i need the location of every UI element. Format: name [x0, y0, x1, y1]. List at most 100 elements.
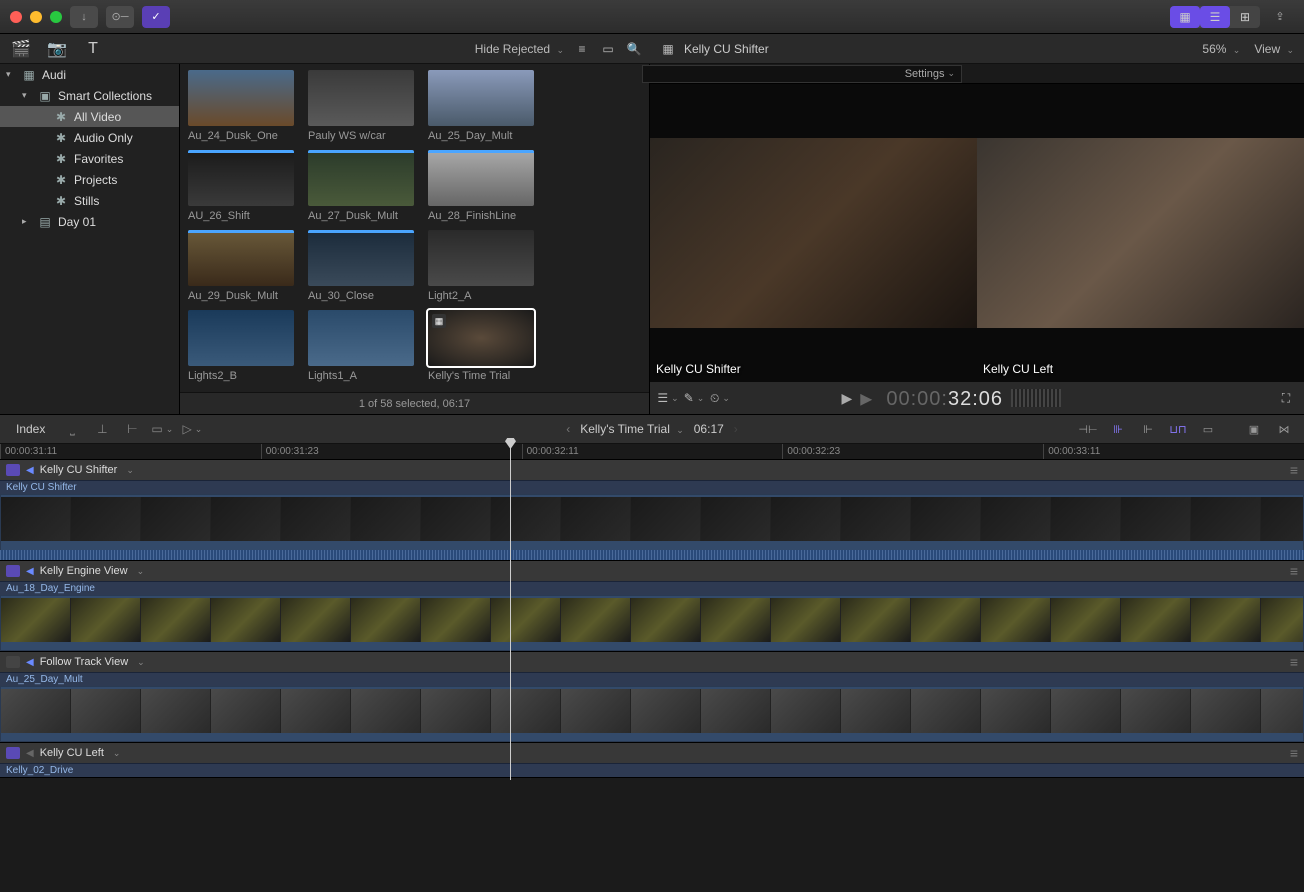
lane-header[interactable]: ◀ Kelly Engine View ⌄ ≡	[0, 561, 1304, 581]
sidebar-item[interactable]: ✱Stills	[0, 190, 179, 211]
connect-clip-icon[interactable]: ⎵	[61, 419, 83, 439]
sidebar-item[interactable]: ✱All Video	[0, 106, 179, 127]
skimming-icon[interactable]: ⊣⊢	[1076, 420, 1100, 438]
lane-menu-icon[interactable]: ≡	[1290, 654, 1298, 670]
audio-icon[interactable]: ◀	[26, 748, 34, 759]
sidebar-item[interactable]: ▸▤Day 01	[0, 211, 179, 232]
effects-menu-icon[interactable]: ✎⌄	[686, 390, 702, 406]
clip-appearance-icon[interactable]: ≡	[574, 41, 590, 57]
clip-thumbnail[interactable]: Lights2_B	[188, 310, 294, 382]
angle-viewer-icon[interactable]: ▦	[660, 41, 676, 57]
close-window-icon[interactable]	[10, 11, 22, 23]
library-icon[interactable]: 🎬	[10, 39, 32, 59]
clip-thumbnail[interactable]: Pauly WS w/car	[308, 70, 414, 142]
effects-browser-icon[interactable]: ▣	[1242, 420, 1266, 438]
timeline[interactable]: 00:00:31:1100:00:31:2300:00:32:1100:00:3…	[0, 444, 1304, 778]
clip-thumbnail[interactable]: Au_29_Dusk_Mult	[188, 230, 294, 302]
clip-thumbnail[interactable]: Light2_A	[428, 230, 534, 302]
sidebar-item[interactable]: ✱Favorites	[0, 148, 179, 169]
angle-1[interactable]: Kelly CU Shifter	[650, 84, 977, 382]
lane-header[interactable]: ◀ Kelly CU Left ⌄ ≡	[0, 743, 1304, 763]
filter-menu[interactable]: Hide Rejected ⌄	[475, 42, 564, 56]
overwrite-clip-icon[interactable]: ▭⌄	[151, 419, 173, 439]
lane-filmstrip[interactable]	[0, 494, 1304, 560]
browser-toggle[interactable]: ▦	[1170, 6, 1200, 28]
retime-menu-icon[interactable]: ⏲⌄	[712, 390, 728, 406]
import-button[interactable]: ↓	[70, 6, 98, 28]
audio-skimming-icon[interactable]: ⊪	[1106, 420, 1130, 438]
clip-thumbnail[interactable]: Au_24_Dusk_One	[188, 70, 294, 142]
fullscreen-icon[interactable]: ⛶	[1278, 390, 1294, 406]
append-clip-icon[interactable]: ⊢	[121, 419, 143, 439]
angle-1-label: Kelly CU Shifter	[656, 362, 741, 376]
solo-icon[interactable]: ⊩	[1136, 420, 1160, 438]
clip-thumbnail[interactable]: Au_30_Close	[308, 230, 414, 302]
angle-settings-button[interactable]: Settings ⌄	[642, 65, 962, 83]
titles-icon[interactable]: T	[82, 39, 104, 59]
monitor-icon[interactable]	[6, 464, 20, 476]
timeline-title: ‹ Kelly's Time Trial ⌄ 06:17 ›	[566, 422, 738, 436]
lane-filmstrip[interactable]	[0, 686, 1304, 742]
lane-menu-icon[interactable]: ≡	[1290, 563, 1298, 579]
playhead[interactable]	[510, 444, 511, 780]
fullscreen-window-icon[interactable]	[50, 11, 62, 23]
sidebar-item[interactable]: ▾▣Smart Collections	[0, 85, 179, 106]
clip-thumbnail[interactable]: AU_26_Shift	[188, 150, 294, 222]
clip-thumbnail[interactable]: Lights1_A	[308, 310, 414, 382]
lane-menu-icon[interactable]: ≡	[1290, 745, 1298, 761]
view-menu[interactable]: View ⌄	[1254, 42, 1294, 56]
timecode-display[interactable]: ▶ 00:00:32:06	[860, 386, 1003, 411]
zoom-menu[interactable]: 56% ⌄	[1202, 42, 1240, 56]
lane-name: Kelly Engine View	[40, 565, 128, 577]
sidebar-item[interactable]: ✱Projects	[0, 169, 179, 190]
monitor-icon[interactable]	[6, 656, 20, 668]
lane-header[interactable]: ◀ Follow Track View ⌄ ≡	[0, 652, 1304, 672]
lane-header[interactable]: ◀ Kelly CU Shifter ⌄ ≡	[0, 460, 1304, 480]
audio-icon[interactable]: ◀	[26, 566, 34, 577]
search-icon[interactable]: 🔍	[626, 41, 642, 57]
monitor-icon[interactable]	[6, 747, 20, 759]
angle-lane[interactable]: ◀ Kelly Engine View ⌄ ≡ Au_18_Day_Engine	[0, 561, 1304, 652]
audio-icon[interactable]: ◀	[26, 465, 34, 476]
clip-thumbnail[interactable]: Au_27_Dusk_Mult	[308, 150, 414, 222]
snapping-icon[interactable]: ⊔⊓	[1166, 420, 1190, 438]
titlebar: ↓ ⊙─ ✓ ▦ ☰ ⊞ ⇪	[0, 0, 1304, 34]
lane-filmstrip[interactable]	[0, 595, 1304, 651]
timeline-index-button[interactable]: Index	[8, 418, 53, 440]
lane-menu-icon[interactable]: ≡	[1290, 462, 1298, 478]
keyword-button[interactable]: ⊙─	[106, 6, 134, 28]
inspector-toggle[interactable]: ⊞	[1230, 6, 1260, 28]
share-button[interactable]: ⇪	[1266, 6, 1294, 28]
transitions-browser-icon[interactable]: ⋈	[1272, 420, 1296, 438]
minimize-window-icon[interactable]	[30, 11, 42, 23]
timeline-back-icon[interactable]: ‹	[566, 422, 570, 436]
viewer-title: Kelly CU Shifter	[684, 42, 769, 56]
ruler-tick: 00:00:31:11	[0, 444, 261, 459]
audio-meters	[1011, 389, 1061, 407]
thumbnail-grid[interactable]: Au_24_Dusk_OnePauly WS w/carAu_25_Day_Mu…	[180, 64, 649, 392]
clip-thumbnail[interactable]: Au_28_FinishLine	[428, 150, 534, 222]
insert-clip-icon[interactable]: ⊥	[91, 419, 113, 439]
angle-lane[interactable]: ◀ Follow Track View ⌄ ≡ Au_25_Day_Mult	[0, 652, 1304, 743]
toolrow: 🎬 📷 T Hide Rejected ⌄ ≡ ▭ 🔍 ▦ Kelly CU S…	[0, 34, 1304, 64]
browser-toolbar: Hide Rejected ⌄ ≡ ▭ 🔍	[180, 41, 650, 57]
photos-icon[interactable]: 📷	[46, 39, 68, 59]
project-name[interactable]: Kelly's Time Trial ⌄	[580, 422, 684, 436]
audio-icon[interactable]: ◀	[26, 657, 34, 668]
monitor-icon[interactable]	[6, 565, 20, 577]
background-tasks-button[interactable]: ✓	[142, 6, 170, 28]
list-view-icon[interactable]: ▭	[600, 41, 616, 57]
angle-lane[interactable]: ◀ Kelly CU Shifter ⌄ ≡ Kelly CU Shifter	[0, 460, 1304, 561]
sidebar-item[interactable]: ✱Audio Only	[0, 127, 179, 148]
clip-thumbnail[interactable]: Au_25_Day_Mult	[428, 70, 534, 142]
tool-select-icon[interactable]: ▷⌄	[181, 419, 203, 439]
appearance-menu-icon[interactable]: ☰⌄	[660, 390, 676, 406]
angle-lane[interactable]: ◀ Kelly CU Left ⌄ ≡ Kelly_02_Drive	[0, 743, 1304, 778]
clip-thumbnail[interactable]: ▦Kelly's Time Trial	[428, 310, 534, 382]
timeline-ruler[interactable]: 00:00:31:1100:00:31:2300:00:32:1100:00:3…	[0, 444, 1304, 460]
sidebar-item[interactable]: ▾▦Audi	[0, 64, 179, 85]
play-icon[interactable]: ▶	[841, 390, 852, 407]
timeline-toggle[interactable]: ☰	[1200, 6, 1230, 28]
angle-2[interactable]: Kelly CU Left	[977, 84, 1304, 382]
clip-appearance-timeline-icon[interactable]: ▭	[1196, 420, 1220, 438]
